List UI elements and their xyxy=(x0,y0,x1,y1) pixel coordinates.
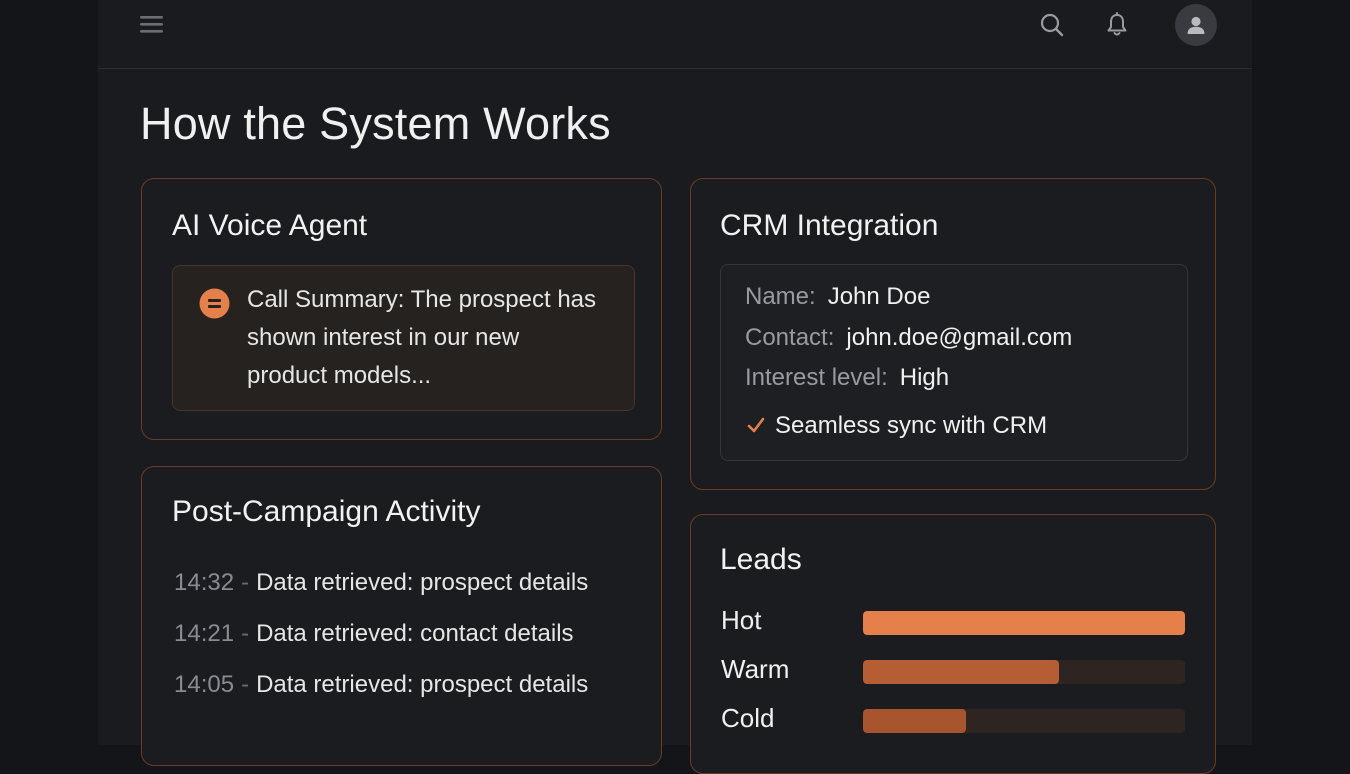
search-icon[interactable] xyxy=(1038,11,1066,39)
activity-time: 14:05 xyxy=(174,671,235,698)
card-title: Post-Campaign Activity xyxy=(172,495,481,528)
crm-sync-row: Seamless sync with CRM xyxy=(745,412,1047,440)
activity-text: Data retrieved: prospect details xyxy=(256,569,589,596)
interest-value: High xyxy=(899,364,950,391)
crm-record-box: Name: John Doe Contact: john.doe@gmail.com… xyxy=(720,264,1188,461)
lead-bar-track xyxy=(863,660,1185,684)
crm-contact-row: Contact: john.doe@gmail.com xyxy=(745,324,1072,352)
lead-row-hot: Hot xyxy=(720,605,1190,635)
lead-bar-track xyxy=(863,709,1185,733)
name-value: John Doe xyxy=(827,283,931,310)
leads-card: Leads Hot Warm Cold xyxy=(690,514,1216,774)
card-title: Leads xyxy=(720,543,802,576)
user-avatar-icon[interactable] xyxy=(1175,4,1217,46)
page-title: How the System Works xyxy=(140,98,611,149)
activity-separator: - xyxy=(241,569,250,596)
sync-text: Seamless sync with CRM xyxy=(775,412,1048,439)
ai-voice-agent-card: AI Voice Agent Call Summary: The prospec… xyxy=(141,178,662,440)
activity-time: 14:32 xyxy=(174,569,235,596)
contact-value: john.doe@gmail.com xyxy=(846,324,1073,351)
hamburger-menu-icon[interactable] xyxy=(140,13,164,35)
card-title: AI Voice Agent xyxy=(172,209,368,242)
call-summary-box: Call Summary: The prospect has shown int… xyxy=(172,265,635,411)
lead-row-warm: Warm xyxy=(720,654,1190,684)
activity-text: Data retrieved: contact details xyxy=(256,620,574,647)
call-summary-text: Call Summary: The prospect has shown int… xyxy=(247,286,597,389)
list-item: 14:32- Data retrieved: prospect details xyxy=(174,557,588,608)
contact-label: Contact: xyxy=(745,324,835,351)
activity-text: Data retrieved: prospect details xyxy=(256,671,589,698)
card-title: CRM Integration xyxy=(720,209,939,242)
top-bar xyxy=(98,0,1252,69)
crm-interest-row: Interest level: High xyxy=(745,364,949,392)
lead-label: Cold xyxy=(721,703,775,733)
lead-bar-track xyxy=(863,611,1185,635)
crm-integration-card: CRM Integration Name: John Doe Contact: jo… xyxy=(690,178,1216,490)
app-frame: How the System Works AI Voice Agent Call… xyxy=(98,0,1252,774)
lead-label: Warm xyxy=(721,654,790,684)
interest-label: Interest level: xyxy=(745,364,888,391)
list-item: 14:21- Data retrieved: contact details xyxy=(174,608,588,659)
post-campaign-activity-card: Post-Campaign Activity 14:32- Data retrie… xyxy=(141,466,662,766)
activity-time: 14:21 xyxy=(174,620,235,647)
crm-name-row: Name: John Doe xyxy=(745,283,930,311)
activity-separator: - xyxy=(241,671,250,698)
name-label: Name: xyxy=(745,283,816,310)
bell-icon[interactable] xyxy=(1103,11,1131,39)
lead-row-cold: Cold xyxy=(720,703,1190,733)
lead-bar-fill xyxy=(863,660,1060,684)
lead-bar-fill xyxy=(863,611,1185,635)
checkmark-icon xyxy=(745,414,767,436)
lead-bar-fill xyxy=(863,709,967,733)
list-item: 14:05- Data retrieved: prospect details xyxy=(174,659,588,710)
summary-icon xyxy=(199,288,230,319)
activity-separator: - xyxy=(241,620,250,647)
lead-label: Hot xyxy=(721,605,762,635)
activity-list: 14:32- Data retrieved: prospect details 1… xyxy=(174,557,588,710)
